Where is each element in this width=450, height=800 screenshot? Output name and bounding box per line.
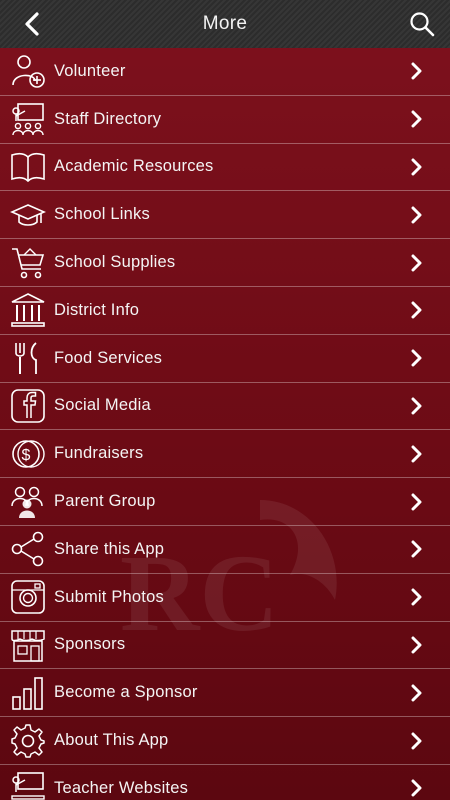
chevron-right-icon bbox=[411, 254, 422, 272]
menu-item-parent-group[interactable]: Parent Group bbox=[0, 478, 450, 526]
chevron-right-icon bbox=[411, 397, 422, 415]
chevron-right-icon bbox=[402, 382, 432, 429]
more-menu-list: Volunteer Staff Directory Academic Resourc… bbox=[0, 48, 450, 800]
search-button[interactable] bbox=[406, 8, 438, 40]
menu-item-label: Fundraisers bbox=[54, 444, 144, 463]
menu-item-label: School Supplies bbox=[54, 253, 176, 272]
svg-text:$: $ bbox=[22, 447, 31, 464]
storefront-icon bbox=[0, 621, 54, 668]
page-title: More bbox=[202, 13, 248, 34]
chevron-right-icon bbox=[402, 669, 432, 716]
menu-item-label: About This App bbox=[54, 731, 169, 750]
menu-item-label: Submit Photos bbox=[54, 587, 164, 606]
chevron-left-icon bbox=[25, 12, 39, 36]
menu-item-share-this-app[interactable]: Share this App bbox=[0, 526, 450, 574]
menu-item-academic-resources[interactable]: Academic Resources bbox=[0, 144, 450, 192]
chevron-right-icon bbox=[402, 574, 432, 621]
add-person-icon bbox=[0, 48, 54, 95]
menu-item-label: Teacher Websites bbox=[54, 778, 189, 797]
building-icon bbox=[0, 287, 54, 334]
chevron-right-icon bbox=[411, 493, 422, 511]
coin-icon: $ bbox=[0, 430, 54, 477]
menu-item-label: Become a Sponsor bbox=[54, 683, 198, 702]
menu-item-label: Social Media bbox=[54, 396, 151, 415]
menu-item-food-services[interactable]: Food Services bbox=[0, 335, 450, 383]
graduation-cap-icon bbox=[0, 191, 54, 238]
chevron-right-icon bbox=[411, 301, 422, 319]
top-bar: More bbox=[0, 0, 450, 48]
chevron-right-icon bbox=[411, 62, 422, 80]
share-icon bbox=[0, 526, 54, 573]
menu-item-label: Share this App bbox=[54, 539, 165, 558]
menu-item-sponsors[interactable]: Sponsors bbox=[0, 622, 450, 670]
menu-item-label: Food Services bbox=[54, 348, 163, 367]
classroom-icon bbox=[0, 96, 54, 143]
chevron-right-icon bbox=[411, 732, 422, 750]
chevron-right-icon bbox=[402, 430, 432, 477]
chevron-right-icon bbox=[402, 144, 432, 191]
menu-item-teacher-websites[interactable]: Teacher Websites bbox=[0, 765, 450, 800]
facebook-icon bbox=[0, 382, 54, 429]
menu-item-district-info[interactable]: District Info bbox=[0, 287, 450, 335]
menu-item-become-a-sponsor[interactable]: Become a Sponsor bbox=[0, 669, 450, 718]
chevron-right-icon bbox=[411, 110, 422, 128]
chevron-right-icon bbox=[411, 158, 422, 176]
bar-chart-icon bbox=[0, 669, 54, 716]
chevron-right-icon bbox=[411, 779, 422, 797]
back-button[interactable] bbox=[18, 10, 46, 38]
menu-item-label: Sponsors bbox=[54, 635, 126, 654]
chevron-right-icon bbox=[411, 206, 422, 224]
chevron-right-icon bbox=[402, 526, 432, 573]
instagram-icon bbox=[0, 574, 54, 621]
group-icon bbox=[0, 478, 54, 525]
chevron-right-icon bbox=[402, 717, 432, 764]
menu-item-school-links[interactable]: School Links bbox=[0, 191, 450, 240]
chevron-right-icon bbox=[402, 191, 432, 238]
fork-knife-icon bbox=[0, 335, 54, 382]
menu-item-submit-photos[interactable]: Submit Photos bbox=[0, 574, 450, 622]
menu-item-about-this-app[interactable]: About This App bbox=[0, 717, 450, 765]
chevron-right-icon bbox=[402, 335, 432, 382]
chevron-right-icon bbox=[411, 540, 422, 558]
chevron-right-icon bbox=[402, 478, 432, 525]
book-icon bbox=[0, 144, 54, 191]
chevron-right-icon bbox=[402, 239, 432, 286]
chevron-right-icon bbox=[411, 349, 422, 367]
gear-icon bbox=[0, 717, 54, 764]
search-icon bbox=[410, 12, 435, 37]
chevron-right-icon bbox=[411, 445, 422, 463]
menu-item-label: Staff Directory bbox=[54, 109, 162, 128]
chevron-right-icon bbox=[411, 684, 422, 702]
menu-item-label: Volunteer bbox=[54, 61, 126, 80]
chevron-right-icon bbox=[402, 765, 432, 800]
menu-item-school-supplies[interactable]: School Supplies bbox=[0, 239, 450, 287]
menu-item-label: District Info bbox=[54, 300, 140, 319]
chevron-right-icon bbox=[411, 636, 422, 654]
menu-item-fundraisers[interactable]: $ Fundraisers bbox=[0, 430, 450, 479]
menu-item-label: Parent Group bbox=[54, 492, 156, 511]
menu-item-volunteer[interactable]: Volunteer bbox=[0, 48, 450, 96]
teacher-icon bbox=[0, 765, 54, 800]
menu-item-label: School Links bbox=[54, 205, 150, 224]
chevron-right-icon bbox=[402, 96, 432, 143]
chevron-right-icon bbox=[402, 621, 432, 668]
shopping-cart-icon bbox=[0, 239, 54, 286]
menu-item-label: Academic Resources bbox=[54, 157, 214, 176]
menu-item-staff-directory[interactable]: Staff Directory bbox=[0, 96, 450, 144]
menu-item-social-media[interactable]: Social Media bbox=[0, 383, 450, 431]
chevron-right-icon bbox=[402, 48, 432, 95]
chevron-right-icon bbox=[402, 287, 432, 334]
chevron-right-icon bbox=[411, 588, 422, 606]
